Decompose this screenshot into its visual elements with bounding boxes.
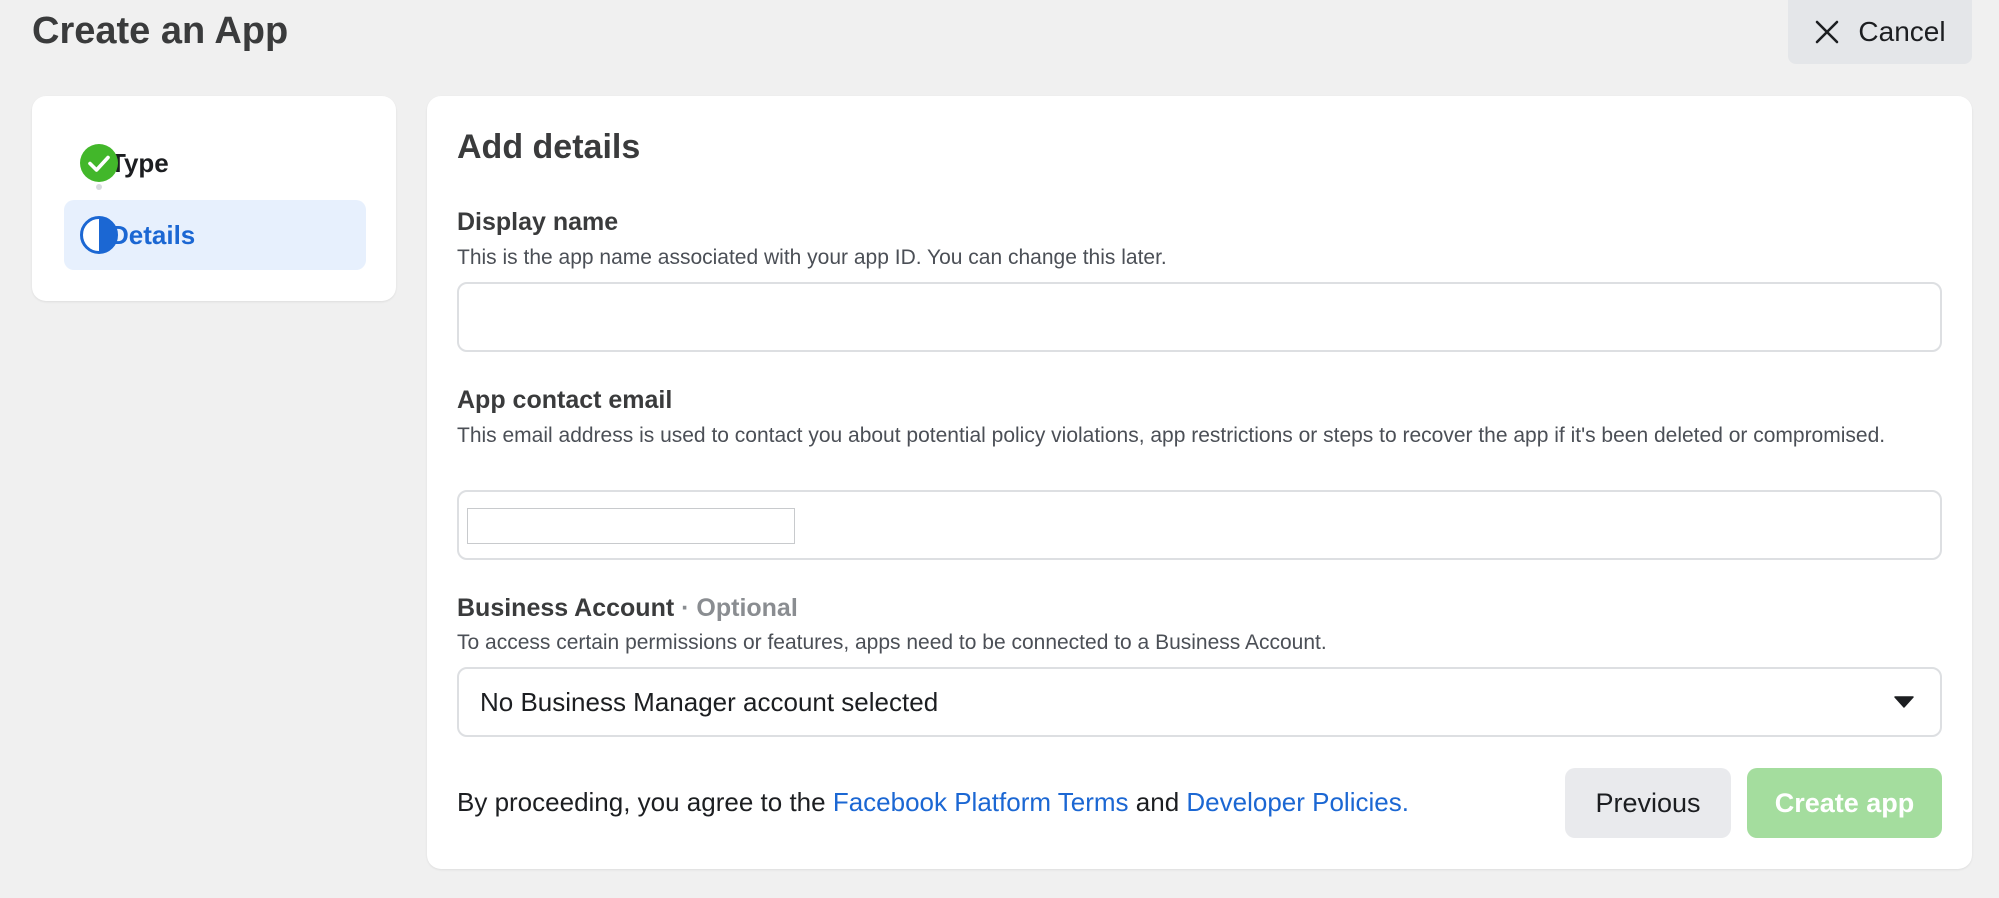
contact-email-field[interactable] — [467, 508, 795, 544]
page-title: Create an App — [32, 10, 289, 52]
platform-terms-link[interactable]: Facebook Platform Terms — [833, 787, 1129, 817]
contact-email-input[interactable] — [457, 490, 1942, 560]
display-name-label: Display name — [457, 208, 619, 236]
create-app-page: Create an App Cancel Type Details Add de… — [0, 0, 1999, 898]
developer-policies-link[interactable]: Developer Policies. — [1186, 787, 1409, 817]
business-account-label: Business Account · Optional — [457, 594, 798, 623]
step-details-label: Details — [110, 219, 196, 250]
steps-panel — [32, 96, 396, 301]
contact-email-help: This email address is used to contact yo… — [457, 424, 1886, 447]
close-icon — [1816, 20, 1839, 44]
display-name-input[interactable] — [457, 282, 1942, 352]
display-name-help: This is the app name associated with you… — [457, 246, 1167, 269]
terms-middle: and — [1128, 787, 1187, 817]
caret-down-icon — [1894, 696, 1914, 708]
cancel-label: Cancel — [1858, 16, 1946, 47]
create-app-button[interactable]: Create app — [1747, 768, 1942, 838]
step-details[interactable]: Details — [64, 200, 366, 270]
contact-email-label: App contact email — [457, 386, 673, 414]
terms-text: By proceeding, you agree to the Facebook… — [457, 787, 1409, 818]
optional-tag: · Optional — [674, 594, 798, 622]
terms-prefix: By proceeding, you agree to the — [457, 787, 833, 817]
step-type[interactable]: Type — [64, 128, 366, 198]
details-form-card: Add details Display name This is the app… — [427, 96, 1972, 869]
cancel-button[interactable]: Cancel — [1788, 0, 1972, 64]
half-circle-icon — [80, 216, 118, 254]
section-title: Add details — [457, 128, 641, 166]
business-account-selected: No Business Manager account selected — [480, 686, 939, 717]
business-account-label-text: Business Account — [457, 594, 675, 622]
previous-button[interactable]: Previous — [1565, 768, 1731, 838]
check-circle-icon — [80, 144, 118, 182]
business-account-help: To access certain permissions or feature… — [457, 631, 1327, 654]
business-account-select[interactable]: No Business Manager account selected — [457, 667, 1942, 737]
